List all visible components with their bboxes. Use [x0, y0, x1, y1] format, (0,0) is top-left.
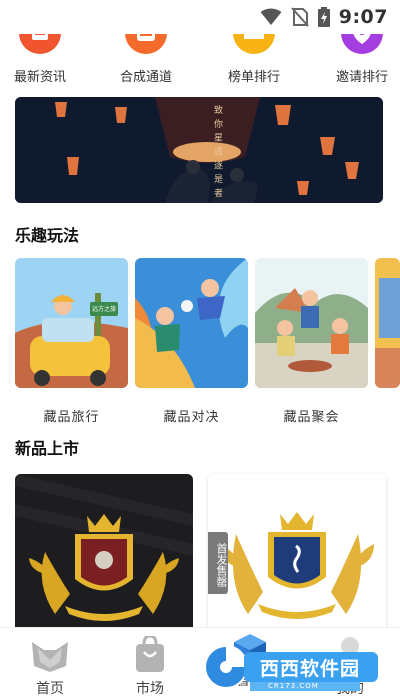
play-card-party[interactable]: 藏品聚会 [255, 258, 368, 425]
new-item-card-dark[interactable] [15, 474, 193, 634]
play-cards-row: 远方之旅 藏品旅行 藏品对决 藏品聚会 [15, 258, 400, 428]
play-card-travel[interactable]: 远方之旅 藏品旅行 [15, 258, 128, 425]
tab-label: 首页 [36, 681, 64, 697]
watermark-subtext: CR173.COM [268, 682, 319, 690]
home-fox-icon [30, 636, 70, 672]
section-title-fun: 乐趣玩法 [15, 226, 80, 247]
battle-image [135, 258, 248, 388]
battery-icon [317, 7, 330, 27]
wifi-icon [260, 8, 282, 25]
partial-image [375, 258, 400, 388]
crest-emblem-light [208, 474, 386, 634]
quick-label: 榜单排行 [227, 70, 280, 85]
quick-label: 最新资讯 [13, 70, 66, 85]
watermark-logo: 西西软件园 CR173.COM [202, 642, 380, 692]
play-card-label: 藏品聚会 [283, 410, 340, 425]
quick-label: 邀请排行 [335, 70, 388, 85]
lanterns-illustration [15, 97, 383, 203]
play-card-label: 藏品对决 [163, 410, 220, 425]
travel-image: 远方之旅 [15, 258, 128, 388]
tab-label: 市场 [136, 681, 164, 697]
watermark-text: 西西软件园 [260, 658, 361, 680]
sold-out-badge: 首发售罄 [208, 532, 228, 594]
play-card-partial[interactable] [375, 258, 400, 388]
play-card-battle[interactable]: 藏品对决 [135, 258, 248, 425]
status-bar: 9:07 [0, 0, 400, 34]
banner-text: 致 你 星 追 逐 是 者 [212, 105, 222, 199]
status-time: 9:07 [338, 6, 388, 28]
tab-market[interactable]: 市场 [110, 628, 190, 700]
crest-emblem-dark [15, 474, 193, 634]
quick-label: 合成通道 [119, 70, 172, 85]
play-card-label: 藏品旅行 [43, 410, 100, 425]
banner[interactable]: 致 你 星 追 逐 是 者 [15, 97, 383, 203]
tab-home[interactable]: 首页 [10, 628, 90, 700]
new-item-card-light[interactable]: 首发售罄 [208, 474, 386, 634]
section-title-new: 新品上市 [15, 439, 80, 460]
travel-sign: 远方之旅 [92, 306, 117, 313]
market-bag-icon [130, 634, 170, 672]
no-sim-icon [290, 7, 309, 27]
party-image [255, 258, 368, 388]
